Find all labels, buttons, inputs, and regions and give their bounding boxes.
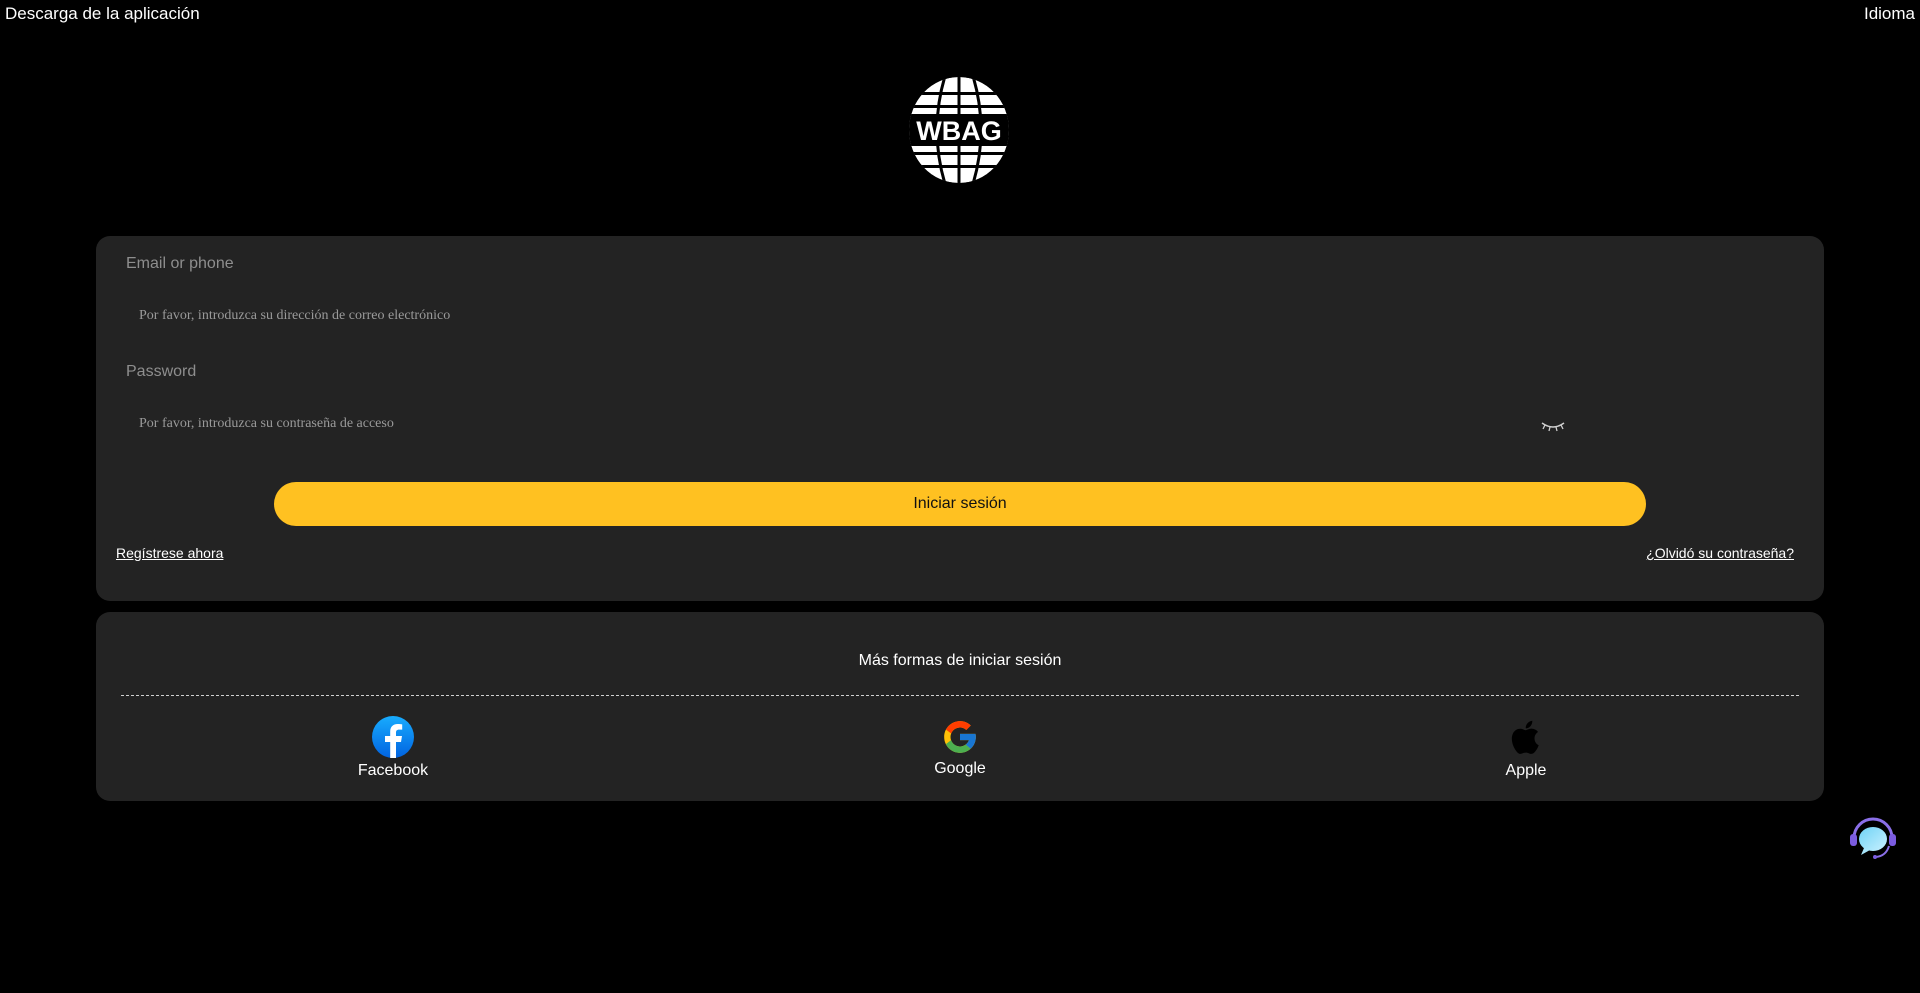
top-bar: Descarga de la aplicación Idioma [0,0,1920,28]
language-selector[interactable]: Idioma [1864,4,1915,24]
google-label: Google [934,760,986,777]
globe-logo-icon: WBAG [909,77,1009,183]
forgot-password-link[interactable]: ¿Olvidó su contraseña? [1646,545,1794,561]
eye-closed-icon[interactable] [1540,417,1566,435]
login-card: Email or phone Password Iniciar sesión R… [96,236,1824,601]
google-login-button[interactable]: Google [900,716,1020,778]
email-label: Email or phone [126,255,234,272]
login-button[interactable]: Iniciar sesión [274,482,1646,526]
support-chat-icon[interactable] [1848,816,1898,860]
app-download-link[interactable]: Descarga de la aplicación [5,4,200,24]
password-label: Password [126,363,197,380]
dashed-divider [121,695,1799,696]
google-icon [944,721,976,753]
apple-label: Apple [1505,762,1547,779]
facebook-login-button[interactable]: Facebook [333,716,453,780]
logo-text: WBAG [916,116,1001,146]
facebook-label: Facebook [357,762,429,779]
social-login-title: Más formas de iniciar sesión [858,652,1062,669]
password-input[interactable] [126,404,1666,444]
register-link[interactable]: Regístrese ahora [116,545,223,561]
social-login-card: Más formas de iniciar sesión Facebook Go… [96,612,1824,801]
email-input[interactable] [126,296,1666,336]
apple-login-button[interactable]: Apple [1466,716,1586,780]
facebook-icon [372,716,414,758]
apple-icon [1511,720,1539,754]
